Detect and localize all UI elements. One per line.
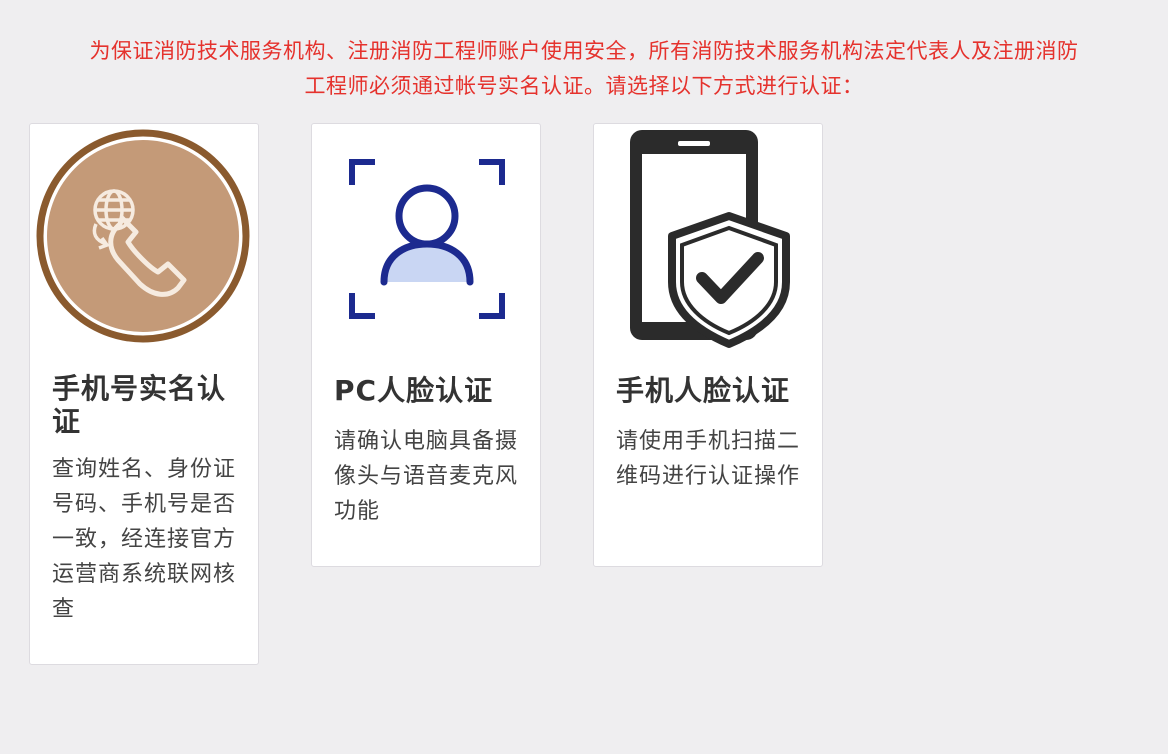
- option-card-mobile-face[interactable]: 手机人脸认证 请使用手机扫描二维码进行认证操作: [593, 123, 823, 567]
- auth-notice-line-1: 为保证消防技术服务机构、注册消防工程师账户使用安全，所有消防技术服务机构法定代表…: [89, 39, 1079, 63]
- option-card-phone-realname[interactable]: 手机号实名认证 查询姓名、身份证号码、手机号是否一致，经连接官方运营商系统联网核…: [29, 123, 259, 665]
- option-description: 查询姓名、身份证号码、手机号是否一致，经连接官方运营商系统联网核查: [52, 457, 237, 622]
- auth-notice-line-2: 工程师必须通过帐号实名认证。请选择以下方式进行认证：: [304, 74, 864, 98]
- phone-call-icon: [30, 124, 260, 354]
- option-title: 手机人脸认证: [616, 374, 791, 407]
- option-title: 手机号实名认证: [52, 372, 227, 438]
- option-description: 请确认电脑具备摄像头与语音麦克风功能: [334, 429, 519, 524]
- auth-notice: 为保证消防技术服务机构、注册消防工程师账户使用安全，所有消防技术服务机构法定代表…: [0, 34, 1168, 104]
- option-description: 请使用手机扫描二维码进行认证操作: [616, 429, 801, 489]
- mobile-shield-check-icon: [594, 124, 824, 354]
- option-card-pc-face[interactable]: PC人脸认证 请确认电脑具备摄像头与语音麦克风功能: [311, 123, 541, 567]
- option-title: PC人脸认证: [334, 374, 494, 407]
- face-scan-icon: [312, 124, 542, 354]
